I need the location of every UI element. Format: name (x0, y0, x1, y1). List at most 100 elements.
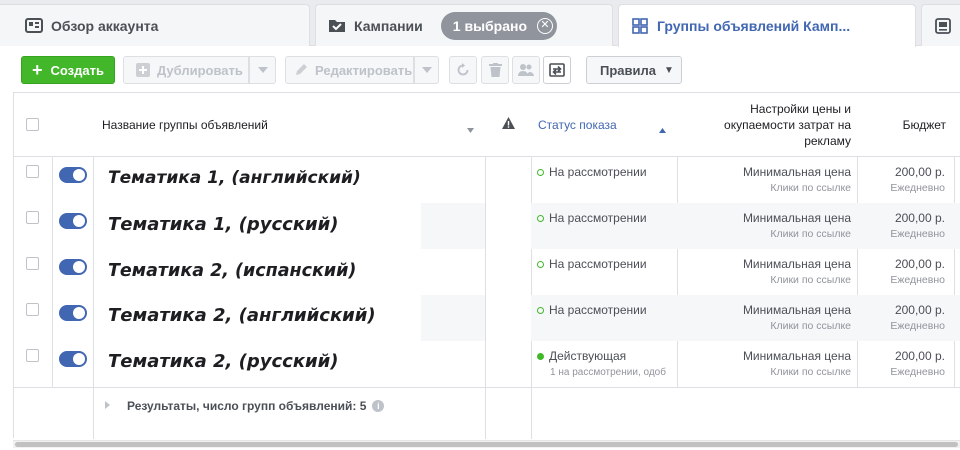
tab-ads[interactable] (921, 4, 960, 46)
results-summary: Результаты, число групп объявлений: 5 i (127, 399, 385, 413)
selected-count-badge[interactable]: 1 выбрано ✕ (440, 11, 558, 40)
grid-icon (631, 17, 649, 35)
delete-button[interactable] (481, 56, 509, 84)
people-icon (518, 63, 534, 77)
row-toggle[interactable] (59, 351, 87, 367)
column-header-warnings[interactable] (486, 93, 531, 156)
delivery-status-label: На рассмотрении (549, 211, 647, 225)
budget-period: Ежедневно (890, 274, 945, 286)
bid-strategy-sub: Клики по ссылке (770, 228, 851, 240)
edit-button-label: Редактировать (315, 62, 413, 78)
ad-icon (934, 17, 952, 35)
bid-strategy-label: Минимальная цена (742, 211, 851, 225)
plus-icon: + (32, 60, 43, 80)
row-toggle[interactable] (59, 305, 87, 321)
select-all-checkbox-cell[interactable] (26, 93, 39, 156)
select-all-checkbox[interactable] (26, 118, 39, 131)
row-toggle[interactable] (59, 213, 87, 229)
column-header-budget-label: Бюджет (902, 117, 946, 132)
ad-set-name[interactable]: Тематика 2, (испанский) (108, 261, 356, 281)
tab-campaigns[interactable]: Кампании 1 выбрано ✕ (315, 4, 613, 46)
ad-set-name[interactable]: Тематика 1, (русский) (108, 214, 339, 235)
delivery-status: На рассмотрении (537, 211, 647, 225)
duplicate-dropdown-button[interactable] (249, 56, 276, 84)
status-dot-icon (537, 214, 544, 222)
reset-button[interactable] (449, 56, 477, 84)
duplicate-button[interactable]: Дублировать (123, 56, 249, 84)
edit-dropdown-button[interactable] (414, 56, 439, 84)
info-icon[interactable]: i (372, 400, 385, 412)
folder-check-icon (328, 17, 346, 35)
budget: 200,00 р. Ежедневно (890, 165, 945, 194)
results-summary-label: Результаты, число групп объявлений: 5 (127, 399, 367, 413)
tab-ad-sets-label: Группы объявлений Камп... (657, 18, 851, 34)
column-header-bid-label: Настройки цены и окупаемости затрат на р… (724, 101, 851, 148)
create-button-label: Создать (50, 62, 104, 78)
ad-set-name[interactable]: Тематика 2, (русский) (108, 351, 339, 372)
warning-icon (502, 117, 515, 132)
edit-button[interactable]: Редактировать (285, 56, 414, 84)
row-checkbox[interactable] (26, 257, 39, 270)
bid-strategy-label: Минимальная цена (742, 349, 851, 363)
column-header-status[interactable]: Статус показа (538, 93, 674, 156)
sort-asc-icon[interactable] (659, 122, 666, 136)
budget-value: 200,00 р. (894, 165, 945, 179)
column-header-budget[interactable]: Бюджет (860, 93, 946, 156)
selected-count-label: 1 выбрано (452, 17, 528, 34)
tab-account-overview[interactable]: Обзор аккаунта (0, 4, 310, 46)
ad-set-name[interactable]: Тематика 2, (английский) (108, 305, 376, 326)
rules-button[interactable]: Правила ▼ (586, 56, 682, 84)
row-checkbox[interactable] (26, 165, 39, 178)
status-dot-icon (537, 352, 544, 360)
table-row[interactable]: Тематика 2, (испанский) На рассмотрении … (14, 249, 960, 295)
bid-strategy-sub: Клики по ссылке (770, 320, 851, 332)
bid-strategy-label: Минимальная цена (742, 303, 851, 317)
duplicate-icon (136, 63, 150, 77)
bid-strategy-sub: Клики по ссылке (770, 182, 851, 194)
table-row[interactable]: Тематика 2, (русский) Действующая 1 на р… (14, 341, 960, 387)
row-shade (421, 203, 485, 249)
column-header-name[interactable]: Название группы объявлений (102, 93, 482, 156)
expand-caret-icon[interactable] (105, 401, 110, 409)
status-dot-icon (537, 260, 544, 268)
ad-set-name[interactable]: Тематика 1, (английский) (108, 168, 361, 188)
rules-button-label: Правила (600, 62, 656, 78)
tab-ad-sets[interactable]: Группы объявлений Камп... (618, 4, 916, 47)
table-row[interactable]: Тематика 2, (английский) На рассмотрении… (14, 295, 960, 341)
scrollbar-thumb[interactable] (15, 442, 958, 447)
delivery-status-label: На рассмотрении (549, 257, 647, 271)
audience-button[interactable] (512, 56, 540, 84)
column-header-bid[interactable]: Настройки цены и окупаемости затрат на р… (694, 93, 851, 156)
tab-campaigns-label: Кампании (354, 17, 423, 34)
status-dot-icon (537, 168, 544, 176)
duplicate-button-label: Дублировать (157, 62, 243, 78)
bid-strategy: Минимальная цена Клики по ссылке (743, 349, 851, 378)
create-button[interactable]: + Создать (21, 56, 115, 84)
row-checkbox[interactable] (26, 303, 39, 316)
bid-strategy-label: Минимальная цена (742, 257, 851, 271)
chevron-down-icon (257, 67, 268, 73)
chevron-down-icon (421, 67, 432, 73)
row-toggle[interactable] (59, 259, 87, 275)
share-icon (549, 63, 565, 77)
share-button[interactable] (543, 56, 571, 84)
table-row[interactable]: Тематика 1, (английский) На рассмотрении… (14, 157, 960, 203)
budget: 200,00 р. Ежедневно (890, 211, 945, 240)
budget: 200,00 р. Ежедневно (890, 257, 945, 286)
delivery-status: Действующая (537, 349, 626, 363)
delivery-status-sub: 1 на рассмотрении, одоб (550, 367, 666, 378)
bid-strategy: Минимальная цена Клики по ссылке (743, 165, 851, 194)
clear-selection-icon[interactable]: ✕ (537, 17, 554, 34)
table-header: Название группы объявлений Статус показа… (14, 93, 960, 157)
account-overview-icon (25, 17, 43, 35)
row-checkbox[interactable] (26, 211, 39, 224)
horizontal-scrollbar[interactable] (13, 440, 960, 448)
sort-caret-icon[interactable] (467, 122, 474, 136)
refresh-icon (456, 63, 470, 77)
row-toggle[interactable] (59, 167, 87, 183)
row-checkbox[interactable] (26, 349, 39, 362)
bid-strategy: Минимальная цена Клики по ссылке (743, 211, 851, 240)
table-row[interactable]: Тематика 1, (русский) На рассмотрении Ми… (14, 203, 960, 249)
status-dot-icon (537, 306, 544, 314)
budget-period: Ежедневно (890, 366, 945, 378)
